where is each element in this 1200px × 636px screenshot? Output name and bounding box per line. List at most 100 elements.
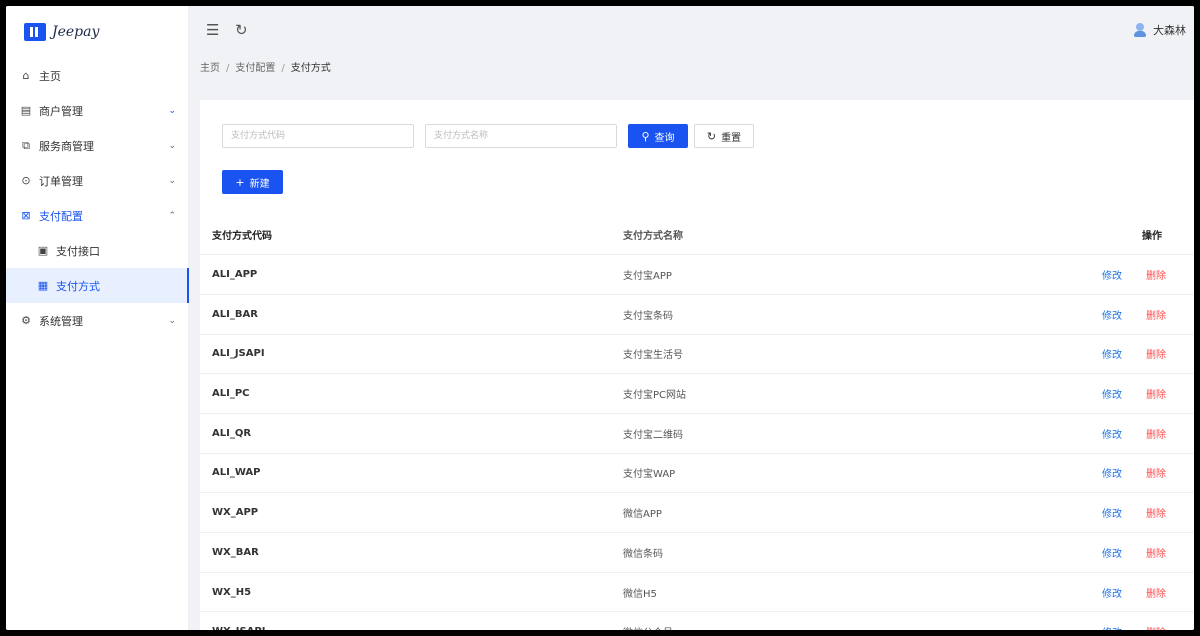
- breadcrumb-separator: /: [281, 63, 285, 74]
- sidebar-item-system[interactable]: ⚙ 系统管理 ⌄: [6, 303, 188, 338]
- delete-link[interactable]: 删除: [1146, 549, 1166, 560]
- table-header-row: 支付方式代码 支付方式名称 操作: [200, 215, 1194, 256]
- row-code: ALI_APP: [200, 254, 623, 295]
- row-name: 支付宝APP: [623, 254, 1073, 295]
- refresh-icon[interactable]: ↻: [235, 21, 248, 39]
- sidebar-item-provider[interactable]: ⧉ 服务商管理 ⌄: [6, 128, 188, 163]
- column-header-ops: 操作: [1073, 215, 1194, 256]
- edit-link[interactable]: 修改: [1102, 430, 1122, 441]
- row-code: WX_H5: [200, 572, 623, 613]
- chevron-down-icon: ⌄: [168, 175, 176, 186]
- jeepay-logo-icon: [24, 23, 46, 41]
- table-row: ALI_WAP 支付宝WAP 修改 删除: [200, 453, 1194, 494]
- user-menu[interactable]: 大森林: [1133, 22, 1186, 38]
- edit-link[interactable]: 修改: [1102, 469, 1122, 480]
- breadcrumb-payconfig[interactable]: 支付配置: [235, 63, 275, 74]
- chevron-down-icon: ⌄: [168, 105, 176, 116]
- plus-icon: +: [235, 175, 245, 189]
- delete-link[interactable]: 删除: [1146, 509, 1166, 520]
- row-code: WX_BAR: [200, 532, 623, 573]
- search-icon: ⚲: [641, 129, 650, 143]
- sidebar-item-label: 支付接口: [56, 244, 100, 258]
- settings-icon: ⚙: [21, 314, 31, 327]
- delete-link[interactable]: 删除: [1146, 589, 1166, 600]
- sidebar-item-label: 主页: [39, 69, 61, 83]
- query-button[interactable]: ⚲ 查询: [628, 124, 688, 148]
- delete-link[interactable]: 删除: [1146, 350, 1166, 361]
- payconfig-submenu: ▣ 支付接口 ▦ 支付方式: [6, 233, 189, 303]
- edit-link[interactable]: 修改: [1102, 390, 1122, 401]
- top-header: ☰ ↻ 大森林: [189, 6, 1194, 58]
- row-code: ALI_QR: [200, 413, 623, 454]
- order-icon: ⊙: [21, 174, 31, 187]
- edit-link[interactable]: 修改: [1102, 350, 1122, 361]
- sidebar: Jeepay ⌂ 主页 ▤ 商户管理 ⌄ ⧉ 服务商管理 ⌄ ⊙ 订单管理 ⌄ …: [6, 6, 189, 630]
- edit-link[interactable]: 修改: [1102, 271, 1122, 282]
- sidebar-item-label: 服务商管理: [39, 139, 94, 153]
- app-frame: Jeepay ⌂ 主页 ▤ 商户管理 ⌄ ⧉ 服务商管理 ⌄ ⊙ 订单管理 ⌄ …: [6, 6, 1194, 630]
- add-button[interactable]: + 新建: [222, 170, 283, 194]
- provider-icon: ⧉: [22, 138, 30, 152]
- sidebar-item-pay-interface[interactable]: ▣ 支付接口: [6, 233, 188, 268]
- sidebar-item-order[interactable]: ⊙ 订单管理 ⌄: [6, 163, 188, 198]
- logo-text: Jeepay: [52, 24, 100, 40]
- sidebar-item-home[interactable]: ⌂ 主页: [6, 58, 188, 93]
- row-actions: 修改 删除: [1073, 532, 1194, 573]
- row-name: 微信条码: [623, 532, 1073, 573]
- column-header-code: 支付方式代码: [200, 215, 623, 256]
- edit-link[interactable]: 修改: [1102, 589, 1122, 600]
- delete-link[interactable]: 删除: [1146, 271, 1166, 282]
- avatar-icon: [1133, 23, 1147, 37]
- delete-link[interactable]: 删除: [1146, 469, 1166, 480]
- breadcrumb-home[interactable]: 主页: [200, 63, 220, 74]
- chevron-down-icon: ⌄: [168, 140, 176, 151]
- row-code: ALI_JSAPI: [200, 334, 623, 375]
- paymethod-icon: ▦: [37, 279, 49, 292]
- table-body: ALI_APP 支付宝APP 修改 删除 ALI_BAR 支付宝条码 修改 删除 ALI_J…: [200, 254, 1194, 630]
- row-actions: 修改 删除: [1073, 413, 1194, 454]
- column-header-name: 支付方式名称: [623, 215, 1073, 256]
- reset-button-label: 重置: [721, 132, 742, 144]
- query-button-label: 查询: [654, 132, 675, 144]
- edit-link[interactable]: 修改: [1102, 549, 1122, 560]
- table-row: ALI_QR 支付宝二维码 修改 删除: [200, 413, 1194, 454]
- row-actions: 修改 删除: [1073, 334, 1194, 375]
- table-row: ALI_APP 支付宝APP 修改 删除: [200, 254, 1194, 295]
- delete-link[interactable]: 删除: [1146, 390, 1166, 401]
- sidebar-item-merchant[interactable]: ▤ 商户管理 ⌄: [6, 93, 188, 128]
- logo[interactable]: Jeepay: [6, 6, 188, 58]
- content-card: ⚲ 查询 ↻ 重置 + 新建 支付方式代码 支付方式名称 操作 ALI_APP支付宝A…: [200, 100, 1194, 630]
- user-name: 大森林: [1153, 24, 1186, 37]
- menu-collapse-icon[interactable]: ☰: [206, 21, 219, 39]
- reset-icon: ↻: [706, 129, 717, 143]
- payconfig-icon: ⊠: [21, 209, 31, 222]
- row-code: ALI_WAP: [200, 453, 623, 494]
- reset-button[interactable]: ↻ 重置: [694, 124, 754, 148]
- delete-link[interactable]: 删除: [1146, 311, 1166, 322]
- delete-link[interactable]: 删除: [1146, 430, 1166, 441]
- breadcrumb-separator: /: [226, 63, 230, 74]
- row-actions: 修改 删除: [1073, 453, 1194, 494]
- row-actions: 修改 删除: [1073, 572, 1194, 613]
- edit-link[interactable]: 修改: [1102, 509, 1122, 520]
- row-actions: 修改 删除: [1073, 492, 1194, 533]
- code-search-input[interactable]: [222, 124, 414, 148]
- row-code: WX_APP: [200, 492, 623, 533]
- sidebar-item-label: 订单管理: [39, 174, 83, 188]
- sidebar-item-pay-method[interactable]: ▦ 支付方式: [6, 268, 189, 303]
- table-row: ALI_BAR 支付宝条码 修改 删除: [200, 294, 1194, 335]
- edit-link[interactable]: 修改: [1102, 311, 1122, 322]
- sidebar-item-payconfig[interactable]: ⊠ 支付配置 ⌃: [6, 198, 188, 233]
- sidebar-item-label: 商户管理: [39, 104, 83, 118]
- row-name: 支付宝条码: [623, 294, 1073, 335]
- table-row: WX_H5 微信H5 修改 删除: [200, 572, 1194, 613]
- interface-icon: ▣: [37, 244, 49, 257]
- name-search-input[interactable]: [425, 124, 617, 148]
- edit-link[interactable]: 修改: [1102, 628, 1122, 630]
- row-name: 支付宝生活号: [623, 334, 1073, 375]
- delete-link[interactable]: 删除: [1146, 628, 1166, 630]
- search-bar: ⚲ 查询 ↻ 重置: [222, 124, 754, 148]
- row-code: ALI_PC: [200, 373, 623, 414]
- table-row: ALI_JSAPI 支付宝生活号 修改 删除: [200, 334, 1194, 375]
- merchant-icon: ▤: [20, 104, 32, 117]
